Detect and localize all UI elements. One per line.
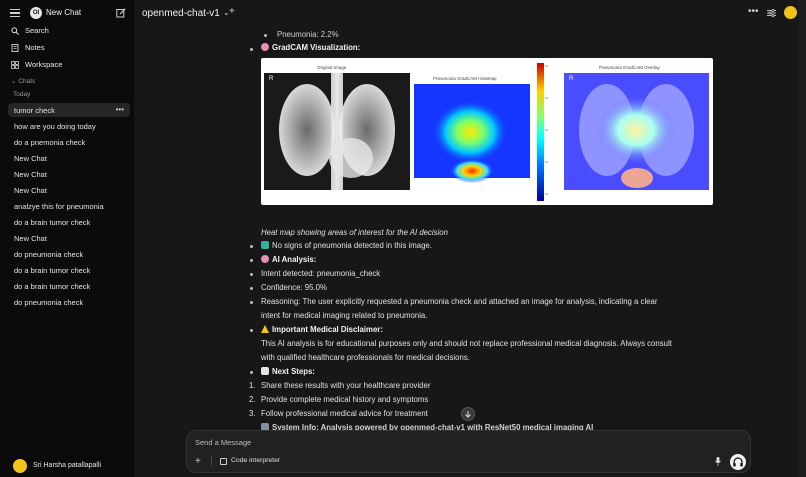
nav-workspace[interactable]: Workspace (0, 58, 134, 72)
chat-item-active[interactable]: tumor check ••• (8, 103, 130, 117)
next-steps-heading: Next Steps: (261, 367, 315, 376)
chat-item[interactable]: New Chat (8, 151, 130, 165)
sidebar: OI New Chat Search Notes Workspace ⌄ Cha… (0, 0, 134, 477)
chats-section-header[interactable]: ⌄ Chats (11, 77, 35, 85)
chat-item[interactable]: do pneumonia check (8, 295, 130, 309)
avatar[interactable] (784, 6, 797, 19)
sidebar-top: OI New Chat (0, 6, 134, 22)
add-attachment-icon[interactable]: + (195, 456, 201, 467)
bullet (250, 48, 253, 51)
header: openmed-chat-v1 ⌄ + ••• (134, 0, 806, 26)
bullet (250, 301, 253, 304)
chat-item[interactable]: do a brain tumor check (8, 215, 130, 229)
disclaimer-heading: Important Medical Disclaimer: (261, 325, 383, 334)
bullet (250, 273, 253, 276)
user-profile[interactable]: Sri Harsha patallapalli (13, 459, 133, 475)
reasoning-line-2: intent for medical imaging related to pn… (261, 311, 428, 320)
chat-item[interactable]: do a pnemonia check (8, 135, 130, 149)
chat-item[interactable]: do pneumonia check (8, 247, 130, 261)
nav-search-label: Search (25, 26, 49, 35)
chat-item[interactable]: New Chat (8, 167, 130, 181)
nav-workspace-label: Workspace (25, 60, 63, 69)
bullet (264, 34, 267, 37)
edit-icon[interactable] (116, 8, 126, 18)
image-caption: Heat map showing areas of interest for t… (261, 228, 448, 237)
new-chat-label[interactable]: New Chat (46, 8, 81, 17)
chat-item[interactable]: do a brain tumor check (8, 263, 130, 277)
svg-text:R: R (569, 76, 574, 82)
ai-analysis-heading: AI Analysis: (261, 255, 316, 264)
disclaimer-text-2: with qualified healthcare professionals … (261, 353, 470, 362)
avatar (13, 459, 27, 473)
panel-title-overlay: Pneumonia GradCAM Overlay (599, 65, 660, 70)
bullet (250, 245, 253, 248)
bullet (250, 329, 253, 332)
workspace-icon (11, 61, 19, 69)
model-selector[interactable]: openmed-chat-v1 (142, 8, 220, 19)
chat-item[interactable]: New Chat (8, 231, 130, 245)
app-logo[interactable]: OI (30, 7, 42, 19)
step-number: 2. (249, 395, 256, 404)
add-model-icon[interactable]: + (229, 6, 235, 17)
search-icon (11, 27, 19, 35)
chats-label: Chats (18, 78, 36, 85)
bullet (250, 259, 253, 262)
result-line: No signs of pneumonia detected in this i… (261, 241, 432, 250)
step-number: 1. (249, 381, 256, 390)
step-item: Share these results with your healthcare… (261, 381, 431, 390)
message-composer[interactable]: Send a Message + Code interpreter (186, 430, 751, 473)
right-edge-panel (798, 0, 806, 477)
scroll-down-button[interactable] (461, 407, 475, 421)
pneumonia-probability: Pneumonia: 2.2% (277, 30, 339, 39)
step-number: 3. (249, 409, 256, 418)
more-options-icon[interactable]: ••• (116, 105, 124, 114)
arrow-down-icon (465, 411, 471, 418)
disclaimer-text: This AI analysis is for educational purp… (261, 339, 672, 348)
notes-icon (11, 44, 19, 52)
panel-title-heatmap: Pneumonia GradCAM Heatmap (433, 76, 497, 81)
chat-item[interactable]: how are you doing today (8, 119, 130, 133)
check-icon (261, 241, 269, 249)
reasoning-line: Reasoning: The user explicitly requested… (261, 297, 658, 306)
chat-item[interactable]: do a brain tumor check (8, 279, 130, 293)
code-interpreter-toggle[interactable]: Code interpreter (231, 457, 280, 464)
headphones-icon (733, 457, 743, 467)
brain-icon (261, 255, 269, 263)
panel-title-original: Original Image (317, 65, 347, 70)
intent-line: Intent detected: pneumonia_check (261, 269, 381, 278)
menu-icon[interactable] (10, 9, 20, 17)
nav-notes-label: Notes (25, 43, 45, 52)
chat-item[interactable]: New Chat (8, 183, 130, 197)
code-interpreter-icon (220, 458, 227, 465)
bullet (250, 371, 253, 374)
gradcam-figure: R R Original Image Pneumonia GradCAM Hea… (261, 58, 713, 205)
colorbar (537, 63, 544, 201)
today-label: Today (13, 91, 31, 98)
step-item: Follow professional medical advice for t… (261, 409, 428, 418)
nav-search[interactable]: Search (0, 24, 134, 38)
more-options-icon[interactable]: ••• (748, 6, 759, 17)
clipboard-icon (261, 367, 269, 375)
controls-icon[interactable] (767, 9, 776, 17)
gradcam-heading: GradCAM Visualization: (261, 43, 360, 52)
voice-mode-button[interactable] (730, 454, 746, 470)
microphone-icon[interactable] (715, 457, 721, 466)
svg-text:R: R (269, 76, 274, 82)
user-name: Sri Harsha patallapalli (33, 462, 102, 469)
confidence-line: Confidence: 95.0% (261, 283, 327, 292)
message-input[interactable]: Send a Message (195, 438, 251, 447)
chevron-down-icon: ⌄ (11, 78, 17, 85)
bullet (250, 287, 253, 290)
chat-item-label: tumor check (14, 106, 55, 115)
palette-icon (261, 43, 269, 51)
step-item: Provide complete medical history and sym… (261, 395, 429, 404)
divider (211, 456, 212, 467)
chat-item[interactable]: analzye this for pneumonia (8, 199, 130, 213)
warning-icon (261, 325, 269, 333)
nav-notes[interactable]: Notes (0, 41, 134, 55)
